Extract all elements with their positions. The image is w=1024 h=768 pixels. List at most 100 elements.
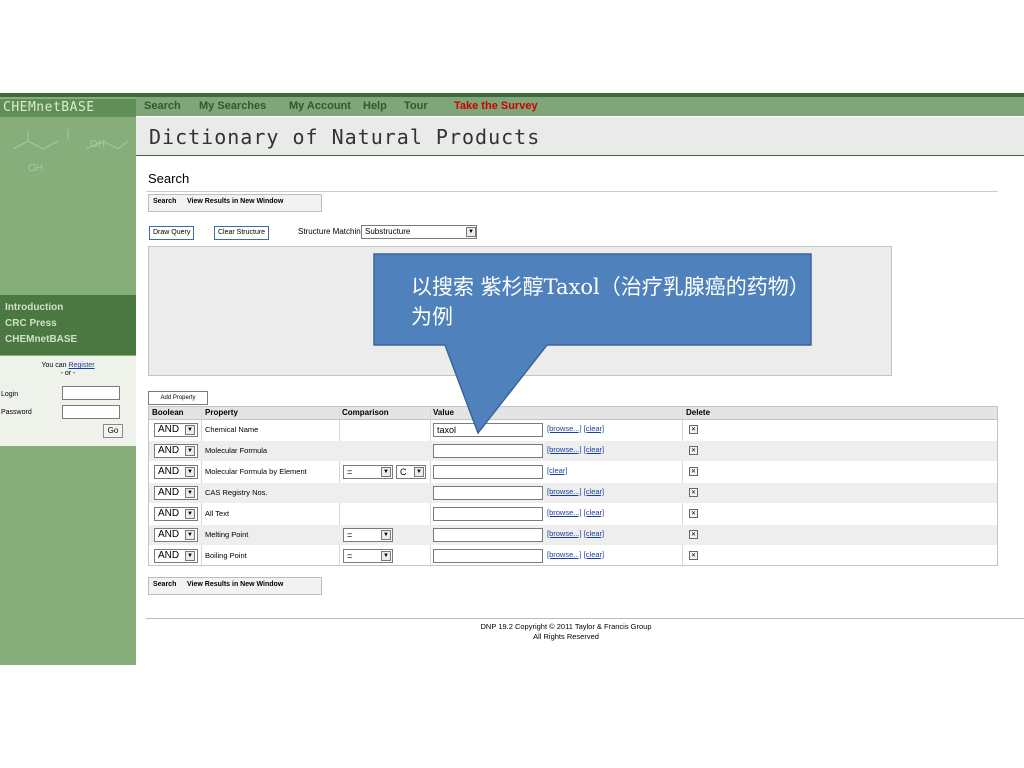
property-name: Boiling Point — [205, 551, 247, 560]
menu-take-the-survey[interactable]: Take the Survey — [454, 100, 538, 112]
table-row: AND ▼ Boiling Point = ▼ [browse...] [clear… — [149, 546, 997, 566]
clear-link[interactable]: [clear] — [584, 508, 604, 517]
comparison-operator-value: = — [347, 530, 353, 540]
boolean-select[interactable]: AND ▼ — [154, 423, 198, 437]
delete-icon[interactable]: ✕ — [689, 467, 698, 476]
menu-my-account[interactable]: My Account — [289, 100, 351, 112]
view-results-new-window-button[interactable]: View Results in New Window — [187, 198, 283, 205]
browse-link[interactable]: [browse...] — [547, 487, 582, 496]
rights-text: All Rights Reserved — [533, 632, 599, 641]
delete-icon[interactable]: ✕ — [689, 551, 698, 560]
chevron-down-icon[interactable]: ▼ — [381, 467, 391, 477]
chevron-down-icon[interactable]: ▼ — [466, 227, 476, 237]
login-panel: You can Register - or - Login Password G… — [0, 356, 136, 446]
table-row: AND ▼ Chemical Name taxol [browse...] [cl… — [149, 420, 997, 440]
clear-structure-button[interactable]: Clear Structure — [214, 226, 270, 240]
register-link[interactable]: Register — [68, 362, 94, 369]
search-button[interactable]: Search — [153, 198, 176, 205]
login-field[interactable] — [62, 386, 120, 400]
browse-link[interactable]: [browse...] — [547, 529, 582, 538]
browse-link[interactable]: [browse...] — [547, 424, 582, 433]
table-row: AND ▼ CAS Registry Nos. [browse...] [clea… — [149, 483, 997, 503]
password-field[interactable] — [62, 405, 120, 419]
clear-link[interactable]: [clear] — [547, 466, 567, 475]
chevron-down-icon[interactable]: ▼ — [185, 509, 195, 519]
value-input[interactable] — [433, 507, 543, 521]
value-input[interactable] — [433, 444, 543, 458]
boolean-select[interactable]: AND ▼ — [154, 486, 198, 500]
callout-text: 以搜索 紫杉醇Taxol（治疗乳腺癌的药物）为例 — [411, 275, 800, 329]
search-button-bottom[interactable]: Search — [153, 581, 176, 588]
boolean-select[interactable]: AND ▼ — [154, 507, 198, 521]
value-input[interactable]: taxol — [433, 423, 543, 437]
menu-search[interactable]: Search — [144, 100, 181, 112]
delete-icon[interactable]: ✕ — [689, 488, 698, 497]
table-row: AND ▼ All Text [browse...] [clear] ✕ — [149, 504, 997, 524]
delete-icon[interactable]: ✕ — [689, 446, 698, 455]
browse-link[interactable]: [browse...] — [547, 550, 582, 559]
register-line: You can Register - or - — [0, 356, 136, 378]
browse-link[interactable]: [browse...] — [547, 445, 582, 454]
chevron-down-icon[interactable]: ▼ — [185, 446, 195, 456]
boolean-value: AND — [158, 550, 180, 561]
chevron-down-icon[interactable]: ▼ — [381, 530, 391, 540]
or-separator: - or - — [60, 370, 76, 377]
delete-icon[interactable]: ✕ — [689, 530, 698, 539]
sidebar-item-crc-press[interactable]: CRC Press — [5, 318, 136, 329]
draw-query-button[interactable]: Draw Query — [149, 226, 195, 240]
header-delete: Delete — [686, 408, 711, 417]
chevron-down-icon[interactable]: ▼ — [185, 551, 195, 561]
clear-link[interactable]: [clear] — [584, 424, 604, 433]
page-title: Dictionary of Natural Products — [149, 125, 541, 149]
table-row: AND ▼ Melting Point = ▼ [browse...] [clear… — [149, 525, 997, 545]
clear-link[interactable]: [clear] — [584, 445, 604, 454]
boolean-select[interactable]: AND ▼ — [154, 444, 198, 458]
clear-link[interactable]: [clear] — [584, 487, 604, 496]
structure-matching-select[interactable]: Substructure ▼ — [361, 225, 477, 239]
delete-icon[interactable]: ✕ — [689, 509, 698, 518]
divider — [146, 191, 998, 192]
sidebar-item-introduction[interactable]: Introduction — [5, 302, 136, 313]
chevron-down-icon[interactable]: ▼ — [414, 467, 424, 477]
chevron-down-icon[interactable]: ▼ — [185, 530, 195, 540]
molecule-oh-label-2: OH — [28, 163, 43, 174]
go-button[interactable]: Go — [103, 424, 123, 438]
header-comparison: Comparison — [342, 408, 389, 417]
comparison-operator-select[interactable]: = ▼ — [343, 528, 393, 542]
property-table: Boolean Property Comparison Value Delete… — [148, 406, 998, 567]
boolean-select[interactable]: AND ▼ — [154, 528, 198, 542]
sidebar-item-chemnetbase[interactable]: CHEMnetBASE — [5, 334, 136, 345]
delete-icon[interactable]: ✕ — [689, 425, 698, 434]
boolean-select[interactable]: AND ▼ — [154, 465, 198, 479]
clear-link[interactable]: [clear] — [584, 550, 604, 559]
boolean-select[interactable]: AND ▼ — [154, 549, 198, 563]
value-input[interactable] — [433, 549, 543, 563]
add-property-button[interactable]: Add Property — [148, 391, 208, 405]
value-input[interactable] — [433, 486, 543, 500]
value-input[interactable] — [433, 528, 543, 542]
brand-logo: CHEMnetBASE — [0, 99, 136, 117]
chevron-down-icon[interactable]: ▼ — [185, 488, 195, 498]
element-select[interactable]: C ▼ — [396, 465, 426, 479]
boolean-value: AND — [158, 424, 180, 435]
property-name: CAS Registry Nos. — [205, 488, 268, 497]
clear-link[interactable]: [clear] — [584, 529, 604, 538]
comparison-operator-select[interactable]: = ▼ — [343, 465, 393, 479]
chevron-down-icon[interactable]: ▼ — [185, 467, 195, 477]
table-row: AND ▼ Molecular Formula by Element = ▼ C ▼ … — [149, 462, 997, 482]
menu-tour[interactable]: Tour — [404, 100, 428, 112]
structure-matching-label: Structure Matching: — [298, 227, 368, 236]
view-results-new-window-button-bottom[interactable]: View Results in New Window — [187, 581, 283, 588]
menu-help[interactable]: Help — [363, 100, 387, 112]
property-name: Molecular Formula by Element — [205, 467, 307, 476]
menu-my-searches[interactable]: My Searches — [199, 100, 266, 112]
register-prefix: You can — [41, 362, 67, 369]
comparison-operator-select[interactable]: = ▼ — [343, 549, 393, 563]
chevron-down-icon[interactable]: ▼ — [381, 551, 391, 561]
structure-matching-value: Substructure — [365, 227, 411, 236]
boolean-value: AND — [158, 487, 180, 498]
browse-link[interactable]: [browse...] — [547, 508, 582, 517]
chevron-down-icon[interactable]: ▼ — [185, 425, 195, 435]
header-property: Property — [205, 408, 238, 417]
value-input[interactable] — [433, 465, 543, 479]
